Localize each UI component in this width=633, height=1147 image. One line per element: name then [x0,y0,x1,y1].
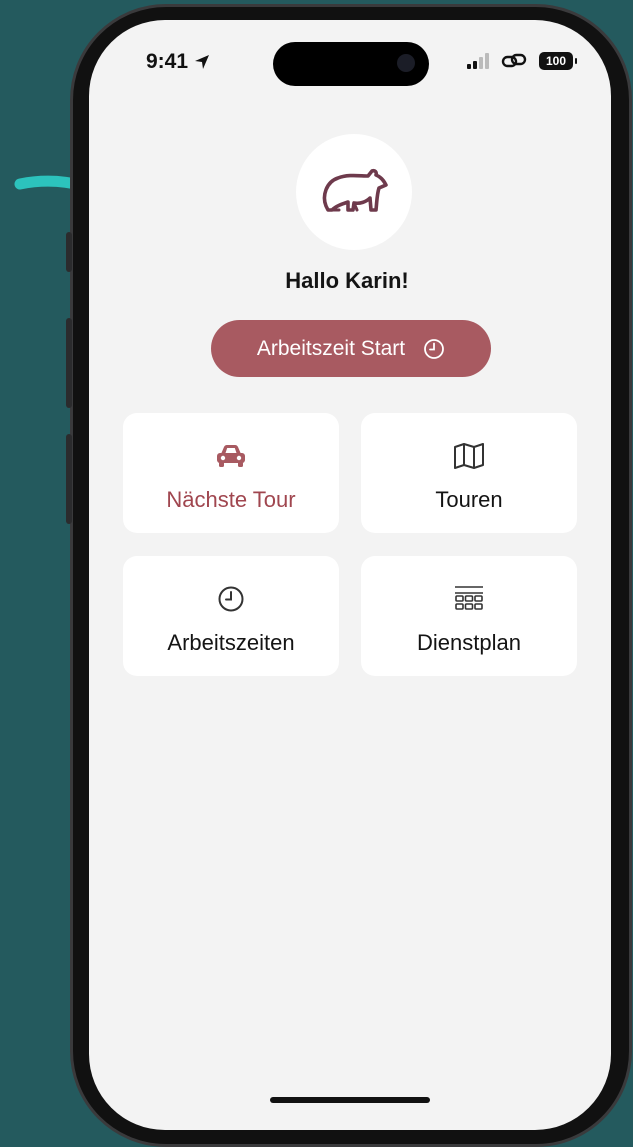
greeting-title: Hallo Karin! [285,268,409,293]
tile-tours-label: Touren [435,487,503,512]
tile-next-tour-label: Nächste Tour [166,487,296,512]
work-time-start-button[interactable]: Arbeitszeit Start [211,320,491,377]
battery-icon: 100 [539,52,577,70]
tile-duty-roster[interactable]: Dienstplan [361,556,577,676]
tile-tours[interactable]: Touren [361,413,577,533]
stage: 9:41 100 Hallo Karin! Arbeitszeit Start … [0,0,633,1147]
tile-working-times-label: Arbeitszeiten [167,630,295,655]
grid-calendar-icon [455,586,483,610]
volume-up-button [66,318,72,408]
tile-next-tour[interactable]: Nächste Tour [123,413,339,533]
home-indicator[interactable] [270,1097,430,1103]
action-button [66,232,72,272]
tile-duty-roster-label: Dienstplan [417,630,521,655]
clock-icon [218,586,244,612]
battery-level: 100 [545,54,567,68]
status-time: 9:41 [146,50,210,74]
volume-down-button [66,434,72,524]
phone-screen: 9:41 100 Hallo Karin! Arbeitszeit Start … [89,20,611,1130]
work-time-start-label: Arbeitszeit Start [256,336,406,360]
camera-icon [397,54,415,72]
clock-icon [424,338,445,359]
map-icon [454,443,484,469]
status-time-text: 9:41 [146,50,189,73]
signal-bars-icon [467,53,489,69]
avatar [296,134,412,250]
link-icon [501,53,527,68]
status-bar: 9:41 100 [89,20,611,100]
bear-icon [322,168,388,212]
dynamic-island [273,42,429,86]
car-icon [217,445,245,467]
location-arrow-icon [195,55,210,69]
tile-working-times[interactable]: Arbeitszeiten [123,556,339,676]
status-indicators: 100 [467,52,577,70]
